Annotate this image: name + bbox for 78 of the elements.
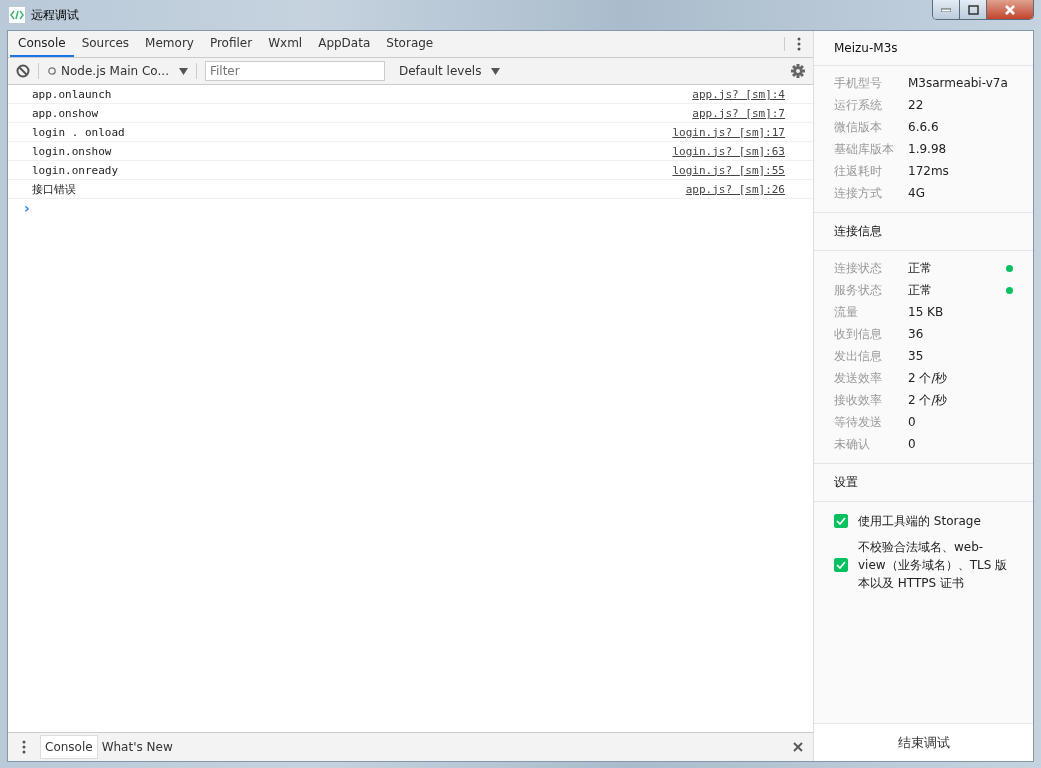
section-title: 设置 bbox=[814, 464, 1033, 502]
info-label: 运行系统 bbox=[834, 96, 883, 114]
more-icon[interactable] bbox=[22, 740, 26, 754]
devtools-tab[interactable]: Sources bbox=[73, 31, 138, 57]
info-label: 手机型号 bbox=[834, 74, 883, 92]
caret-icon bbox=[491, 67, 501, 75]
source-link[interactable]: login.js? [sm]:55 bbox=[672, 163, 785, 177]
info-label: 连接方式 bbox=[834, 184, 883, 202]
info-value: 6.6.6 bbox=[908, 120, 939, 134]
info-value: 15 KB bbox=[908, 305, 944, 319]
end-debug-button[interactable]: 结束调试 bbox=[814, 723, 1033, 761]
close-button[interactable] bbox=[987, 0, 1033, 19]
info-value: 0 bbox=[908, 437, 916, 451]
source-link[interactable]: app.js? [sm]:26 bbox=[685, 182, 785, 196]
close-icon[interactable] bbox=[793, 742, 803, 752]
log-message: login.onshow bbox=[32, 144, 112, 158]
info-label: 接收效率 bbox=[834, 391, 883, 409]
info-value: 正常 bbox=[908, 259, 932, 277]
log-message: app.onlaunch bbox=[32, 87, 112, 101]
info-label: 发出信息 bbox=[834, 347, 883, 365]
caret-icon bbox=[178, 67, 188, 75]
option-label: 不校验合法域名、web-view（业务域名）、TLS 版本以及 HTTPS 证书 bbox=[858, 539, 1008, 592]
source-link[interactable]: app.js? [sm]:4 bbox=[692, 87, 785, 101]
minimize-icon bbox=[941, 7, 951, 12]
info-label: 基础库版本 bbox=[834, 140, 895, 158]
close-icon bbox=[1004, 4, 1016, 15]
info-value: 35 bbox=[908, 349, 924, 363]
info-value: 0 bbox=[908, 415, 916, 429]
minimize-button[interactable] bbox=[933, 0, 960, 19]
source-link[interactable]: app.js? [sm]:7 bbox=[692, 106, 785, 120]
devtools-tab[interactable]: Memory bbox=[137, 31, 202, 57]
maximize-button[interactable] bbox=[960, 0, 987, 19]
more-icon[interactable] bbox=[784, 37, 801, 51]
devtools-tab[interactable]: Profiler bbox=[201, 31, 261, 57]
info-value: 2 个/秒 bbox=[908, 391, 948, 409]
context-dropdown[interactable]: Node.js Main Co... bbox=[47, 64, 188, 78]
info-label: 微信版本 bbox=[834, 118, 883, 136]
checkbox[interactable] bbox=[834, 558, 848, 572]
info-label: 未确认 bbox=[834, 435, 871, 453]
source-link[interactable]: login.js? [sm]:17 bbox=[672, 125, 785, 139]
drawer-tab[interactable]: What's New bbox=[97, 735, 177, 759]
code-icon bbox=[9, 7, 25, 23]
info-label: 连接状态 bbox=[834, 259, 883, 277]
source-link[interactable]: login.js? [sm]:63 bbox=[672, 144, 785, 158]
settings-icon[interactable] bbox=[791, 64, 805, 78]
log-message: login . onload bbox=[32, 125, 125, 139]
info-label: 服务状态 bbox=[834, 281, 883, 299]
device-name: Meizu-M3s bbox=[814, 31, 1033, 66]
info-value: 36 bbox=[908, 327, 924, 341]
drawer-tab[interactable]: Console bbox=[40, 735, 98, 759]
circle-icon bbox=[47, 66, 57, 76]
info-label: 收到信息 bbox=[834, 325, 883, 343]
info-value: 4G bbox=[908, 186, 925, 200]
info-value: M3sarmeabi-v7a bbox=[908, 76, 1008, 90]
info-label: 流量 bbox=[834, 303, 859, 321]
levels-dropdown[interactable]: Default levels bbox=[398, 64, 501, 78]
info-label: 往返耗时 bbox=[834, 162, 883, 180]
log-message: 接口错误 bbox=[32, 181, 76, 197]
info-value: 1.9.98 bbox=[908, 142, 947, 156]
info-value: 22 bbox=[908, 98, 924, 112]
window-title: 远程调试 bbox=[31, 6, 79, 24]
devtools-tab[interactable]: AppData bbox=[310, 31, 379, 57]
option-label: 使用工具端的 Storage bbox=[858, 513, 982, 530]
filter-field[interactable]: Filter bbox=[204, 61, 385, 81]
devtools-tab[interactable]: Storage bbox=[378, 31, 442, 57]
info-value: 正常 bbox=[908, 281, 932, 299]
info-value: 172ms bbox=[908, 164, 949, 178]
log-message: login.onready bbox=[32, 163, 119, 177]
section-title: 连接信息 bbox=[814, 213, 1033, 251]
log-message: app.onshow bbox=[32, 106, 99, 120]
info-value: 2 个/秒 bbox=[908, 369, 948, 387]
devtools-tab[interactable]: Wxml bbox=[260, 31, 311, 57]
info-label: 等待发送 bbox=[834, 413, 883, 431]
clear-icon[interactable] bbox=[16, 64, 30, 78]
prompt-caret[interactable]: › bbox=[24, 200, 30, 216]
checkbox[interactable] bbox=[834, 514, 848, 528]
info-label: 发送效率 bbox=[834, 369, 883, 387]
maximize-icon bbox=[967, 4, 979, 15]
